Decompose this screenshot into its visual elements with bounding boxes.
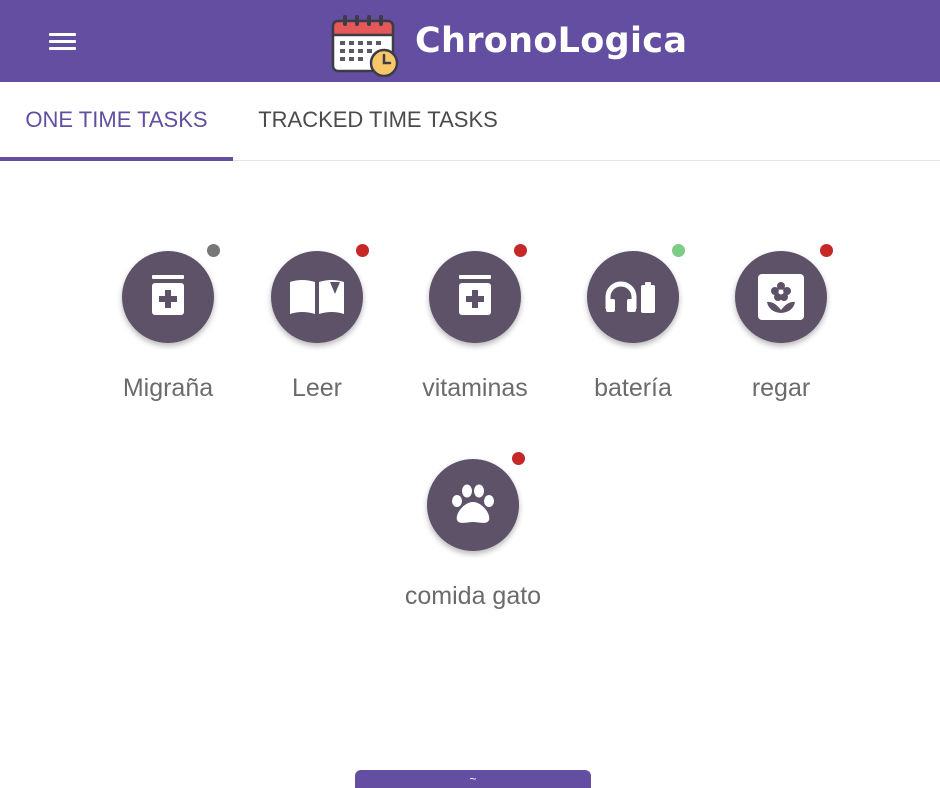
menu-icon-line-top	[49, 33, 76, 36]
app-bar: ChronoLogica	[0, 0, 940, 82]
status-dot	[512, 452, 525, 465]
active-tab-indicator	[0, 157, 233, 161]
calendar-clock-icon	[331, 15, 399, 77]
bottom-action-label: ~	[469, 772, 477, 786]
task-button[interactable]	[429, 251, 521, 343]
menu-icon-line-bottom	[49, 47, 76, 50]
task-button[interactable]	[122, 251, 214, 343]
paw-icon	[452, 484, 494, 523]
tab-bar: ONE TIME TASKS TRACKED TIME TASKS	[0, 82, 940, 161]
task-button[interactable]	[735, 251, 827, 343]
status-dot	[672, 244, 685, 257]
open-book-icon	[290, 280, 344, 314]
app-title: ChronoLogica	[415, 21, 688, 61]
flower-icon	[758, 274, 804, 320]
tab-tracked-time-tasks[interactable]: TRACKED TIME TASKS	[233, 82, 523, 160]
tab-one-time-tasks[interactable]: ONE TIME TASKS	[0, 82, 233, 160]
status-dot	[820, 244, 833, 257]
task-button[interactable]	[587, 251, 679, 343]
task-label: comida gato	[404, 582, 542, 610]
task-button[interactable]	[427, 459, 519, 551]
tab-label: ONE TIME TASKS	[25, 107, 208, 132]
task-button[interactable]	[271, 251, 363, 343]
medicine-bottle-icon	[152, 275, 184, 315]
status-dot	[207, 244, 220, 257]
status-dot	[514, 244, 527, 257]
medicine-bottle-icon	[459, 275, 491, 315]
tab-label: TRACKED TIME TASKS	[258, 107, 498, 132]
headphones-battery-icon	[605, 281, 655, 313]
status-dot	[356, 244, 369, 257]
bottom-action-button[interactable]: ~	[355, 770, 591, 788]
menu-icon-line-middle	[49, 40, 76, 43]
menu-button[interactable]	[46, 29, 80, 55]
task-label: regar	[751, 374, 811, 402]
